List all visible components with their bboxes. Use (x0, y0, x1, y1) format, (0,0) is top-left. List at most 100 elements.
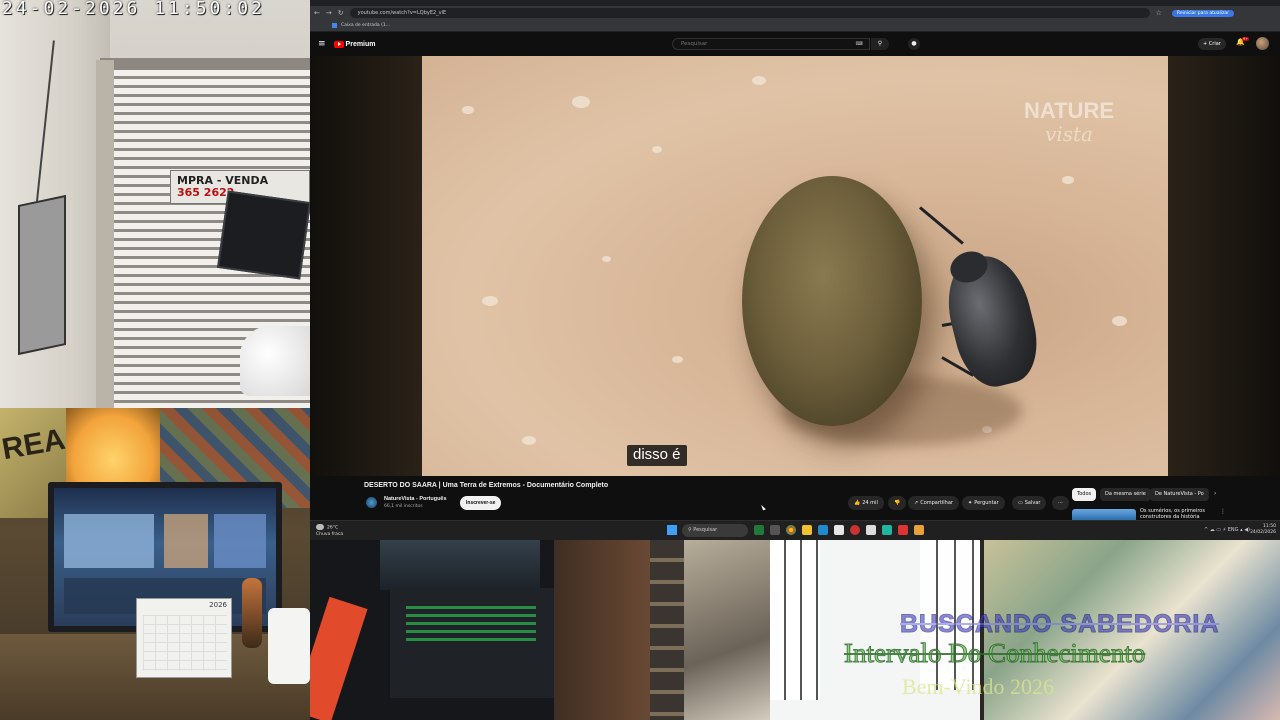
more-icon: ⋯ (1058, 500, 1063, 506)
url-field[interactable]: youtube.com/watch?v=LQbyE2_vlE (349, 8, 1150, 18)
youtube-play-icon (333, 40, 344, 48)
video-title: DESERTO DO SAARA | Uma Terra de Extremos… (364, 482, 609, 489)
chrome-icon[interactable] (786, 525, 796, 535)
pebble (1112, 316, 1127, 326)
windows-start-icon[interactable] (667, 525, 677, 535)
share-icon: ↗ (914, 500, 919, 506)
chip-all[interactable]: Todos (1072, 488, 1097, 501)
app-icon-2[interactable] (770, 525, 780, 535)
kebab-menu-icon[interactable]: ⋮ (1220, 508, 1226, 515)
chip-same-series[interactable]: Da mesma série (1100, 488, 1151, 501)
menu-icon[interactable]: ≡ (318, 39, 326, 49)
weather-desc: Chuva fraca (316, 531, 344, 537)
pebble (572, 96, 590, 108)
update-button[interactable]: Reiniciar para atualizar (1171, 9, 1234, 17)
screen-tile (64, 514, 154, 568)
search-button[interactable]: ⚲ (871, 38, 889, 50)
window-grille (770, 540, 820, 700)
weather-temp: 26°C (327, 525, 339, 531)
taskbar-search[interactable]: ⚲ Pesquisar (682, 524, 748, 537)
create-button[interactable]: + Criar (1198, 38, 1226, 50)
pebble (522, 436, 536, 445)
windows-taskbar: 26°C Chuva fraca ⚲ Pesquisar ^ ☁ ▭ ⚡ ENG… (310, 520, 1280, 540)
app-icon-5[interactable] (866, 525, 876, 535)
chevron-right-icon[interactable]: › (1214, 490, 1216, 497)
mic-icon[interactable]: ● (908, 38, 920, 50)
forward-icon[interactable]: → (326, 6, 332, 20)
like-count: 24 mil (862, 500, 878, 506)
channel-subscribers: 66,1 mil inscritos (384, 504, 423, 509)
pebble (602, 256, 611, 262)
door (554, 540, 654, 720)
action-figure (242, 578, 262, 648)
player-blur-left (310, 56, 422, 476)
youtube-header: ≡ Premium Pesquisar ⌨ ⚲ ● + Criar 🔔 9+ (310, 32, 1280, 56)
channel-name[interactable]: NatureVista - Português (384, 496, 447, 502)
bookmark-inbox[interactable]: Caixa de entrada (1... (341, 23, 390, 28)
cctv-timestamp: 24-02-2026 11:50:02 (2, 0, 265, 19)
folder-icon[interactable] (802, 525, 812, 535)
bookmarks-bar: Caixa de entrada (1... (310, 20, 1280, 32)
app-icon-3[interactable] (834, 525, 844, 535)
desk-calendar: 2026 (136, 598, 232, 678)
cctv-pillar (96, 60, 114, 408)
pebble (462, 106, 474, 114)
recommended-title[interactable]: Os sumérios, os primeiros construtores d… (1140, 508, 1216, 520)
weather-widget[interactable]: 26°C Chuva fraca (316, 524, 343, 538)
app-icon-4[interactable] (850, 525, 860, 535)
watermark-line2: vista (1045, 122, 1093, 146)
ask-button[interactable]: ✦ Perguntar (962, 496, 1005, 510)
keyboard-icon[interactable]: ⌨ (856, 39, 863, 49)
ask-label: Perguntar (974, 500, 999, 506)
clock[interactable]: 11:50 24/02/2026 (1250, 524, 1276, 536)
cctv-laptop (216, 190, 310, 280)
share-button[interactable]: ↗ Compartilhar (908, 496, 959, 510)
stream-layout: MPRA - VENDA 365 2622 24-02-2026 11:50:0… (0, 0, 1280, 720)
clock-date: 24/02/2026 (1250, 530, 1276, 535)
share-label: Compartilhar (920, 500, 953, 506)
timeline-bars (406, 606, 536, 646)
youtube-logo[interactable]: Premium (333, 40, 376, 48)
notification-badge: 9+ (1242, 37, 1250, 41)
avatar[interactable] (1256, 37, 1269, 50)
subscribe-button[interactable]: Inscrever-se (460, 496, 502, 510)
pebble (752, 76, 766, 85)
video-player[interactable]: NATURE vista disso é (310, 56, 1280, 476)
chip-channel[interactable]: De NatureVista - Po (1150, 488, 1209, 501)
search-placeholder: Pesquisar (681, 41, 708, 47)
reload-icon[interactable]: ↻ (338, 6, 344, 20)
bookmark-star-icon[interactable]: ☆ (1156, 6, 1162, 20)
screen-tile (214, 514, 266, 568)
like-button[interactable]: 👍 24 mil (848, 496, 884, 510)
thumbs-up-icon: 👍 (854, 500, 861, 506)
create-label: Criar (1208, 41, 1221, 47)
overlay-brand: BUSCANDO SABEDORIA (899, 610, 1220, 639)
video-frame[interactable]: NATURE vista disso é (422, 56, 1168, 476)
more-actions-button[interactable]: ⋯ (1052, 496, 1069, 510)
screen-tile (164, 514, 208, 568)
language-indicator: ENG (1227, 527, 1239, 533)
save-label: Salvar (1024, 500, 1041, 506)
dislike-button[interactable]: 👎 (888, 496, 907, 510)
channel-avatar[interactable] (366, 497, 377, 508)
app-icon-7[interactable] (898, 525, 908, 535)
upper-monitor (380, 540, 540, 590)
edge-icon[interactable] (818, 525, 828, 535)
dung-ball (742, 176, 922, 426)
app-icon-1[interactable] (754, 525, 764, 535)
product-box (310, 596, 368, 720)
app-icon-6[interactable] (882, 525, 892, 535)
webcam-room: BUSCANDO SABEDORIA Intervalo Do Conhecim… (554, 540, 1280, 720)
search-input[interactable]: Pesquisar ⌨ (672, 38, 870, 50)
pebble (672, 356, 683, 363)
video-info: DESERTO DO SAARA | Uma Terra de Extremos… (310, 476, 1280, 520)
cctv-car (240, 326, 310, 396)
beetle-leg (919, 206, 964, 245)
back-icon[interactable]: ← (314, 6, 320, 20)
save-button[interactable]: ▭ Salvar (1012, 496, 1047, 510)
system-tray-icons[interactable]: ^ ☁ ▭ ⚡ ENG ▴ ◀) (1204, 527, 1250, 533)
overlay-title: Intervalo Do Conhecimento (843, 638, 1146, 669)
vlc-icon[interactable] (914, 525, 924, 535)
recommended-thumbnail[interactable] (1072, 509, 1136, 520)
logo-text: Premium (345, 40, 376, 48)
